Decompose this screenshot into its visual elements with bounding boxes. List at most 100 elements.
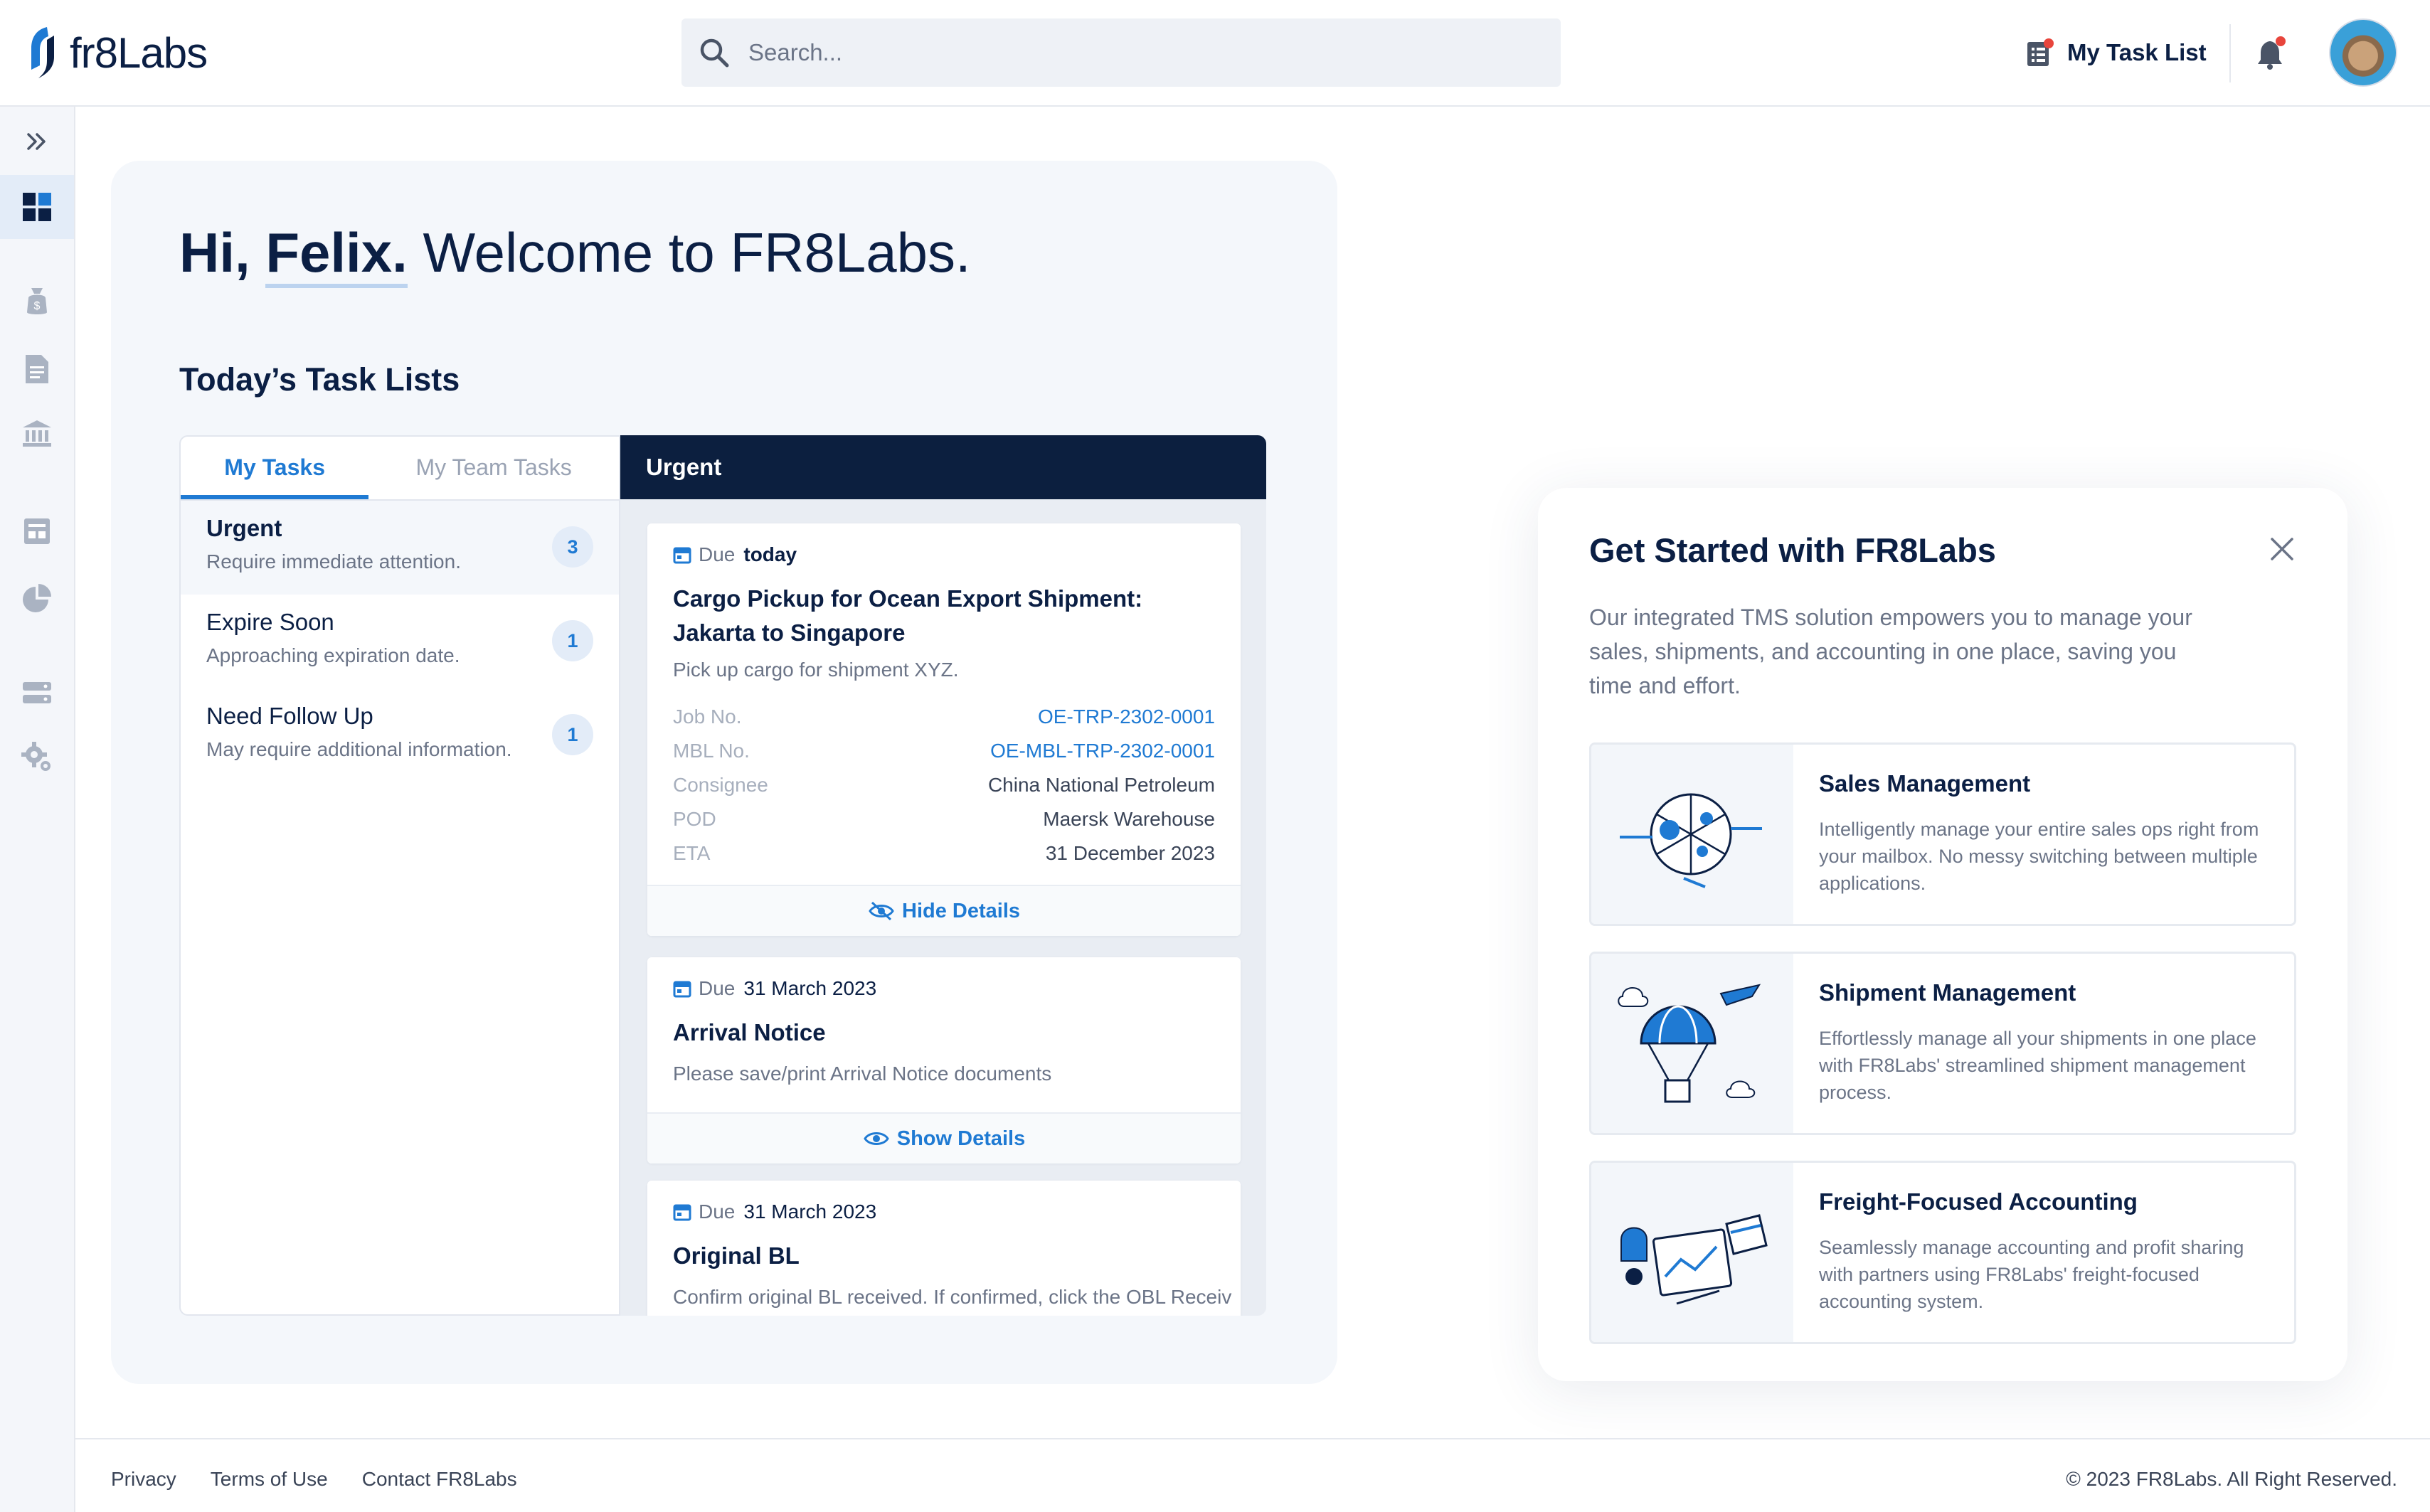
feature-sales-management[interactable]: Sales Management Intelligently manage yo… [1589,742,2296,926]
sidebar-item-dashboard[interactable] [0,175,74,239]
notification-bell-icon[interactable] [2255,36,2288,71]
job-no-link[interactable]: OE-TRP-2302-0001 [1038,706,1215,728]
due-value: 31 March 2023 [743,1200,877,1223]
task-desc: Confirm original BL received. If confirm… [673,1286,1232,1308]
pie-chart-icon [23,584,51,612]
invoice-icon [24,518,50,544]
get-started-card: Get Started with FR8Labs Our integrated … [1538,488,2347,1381]
show-details-button[interactable]: Show Details [647,1112,1241,1164]
sidebar-item-settings[interactable] [0,725,74,789]
task-lists-heading: Today’s Task Lists [179,361,460,398]
search-icon [700,38,729,68]
hide-details-button[interactable]: Hide Details [647,885,1241,936]
category-title: Expire Soon [206,609,334,635]
gear-icon [21,742,51,771]
detail-value: China National Petroleum [987,774,1215,796]
sidebar-item-reports[interactable] [0,566,74,630]
footer-links: Privacy Terms of Use Contact FR8Labs [111,1468,551,1491]
sidebar: $ [0,107,75,1512]
copyright: © 2023 FR8Labs. All Right Reserved. [2066,1468,2397,1490]
page-footer: Privacy Terms of Use Contact FR8Labs © 2… [75,1438,2430,1512]
due-date: Due 31 March 2023 [673,977,876,1000]
top-bar: fr8Labs My Task List [0,0,2430,107]
document-icon [26,355,48,383]
task-card[interactable]: Due today Cargo Pickup for Ocean Export … [647,523,1241,936]
detail-value: Maersk Warehouse [1043,808,1215,830]
user-avatar[interactable] [2329,18,2397,87]
calendar-icon [673,981,691,998]
page-title: Hi, Felix. Welcome to FR8Labs. [179,220,971,288]
fr8labs-logo-icon [31,27,54,78]
task-title-line-2: Jakarta to Singapore [673,619,906,646]
task-category-urgent[interactable]: Urgent Require immediate attention. 3 [181,501,619,595]
tab-my-team-tasks[interactable]: My Team Tasks [368,437,619,499]
task-title: Original BL [673,1242,800,1269]
footer-link-privacy[interactable]: Privacy [111,1468,176,1491]
category-desc: Require immediate attention. [206,550,461,573]
feature-title: Sales Management [1819,770,2031,797]
eye-icon [863,1132,889,1145]
urgent-tasks-panel: Urgent Due today Cargo Pickup for Ocean … [620,435,1266,1316]
category-title: Urgent [206,515,282,541]
feature-freight-accounting[interactable]: Freight-Focused Accounting Seamlessly ma… [1589,1161,2296,1344]
sidebar-item-sales[interactable]: $ [0,269,74,333]
feature-title: Shipment Management [1819,979,2076,1006]
detail-key: Job No. [673,706,742,728]
calendar-icon [673,547,691,564]
detail-row: Job No. OE-TRP-2302-0001 [673,706,1215,728]
due-label: Due [699,1200,736,1223]
search-bar[interactable] [681,18,1561,87]
due-label: Due [699,977,736,999]
close-icon[interactable] [2268,535,2296,563]
task-title: Cargo Pickup for Ocean Export Shipment: … [673,582,1142,650]
footer-link-contact[interactable]: Contact FR8Labs [362,1468,517,1491]
get-started-desc: Our integrated TMS solution empowers you… [1589,605,2192,698]
category-desc: Approaching expiration date. [206,644,460,666]
shipment-illustration [1591,954,1793,1133]
task-desc: Pick up cargo for shipment XYZ. [673,659,959,681]
search-input[interactable] [748,39,1460,66]
money-bag-icon: $ [27,288,47,314]
app-logo[interactable]: fr8Labs [26,23,208,82]
greeting-hi: Hi, [179,221,250,284]
due-label: Due [699,543,736,565]
my-task-list-button[interactable]: My Task List [2026,31,2207,74]
count-badge: 1 [552,714,593,755]
detail-key: ETA [673,842,711,864]
server-icon [23,682,51,703]
detail-key: POD [673,808,716,830]
task-card[interactable]: Due 31 March 2023 Original BL Confirm or… [647,1181,1241,1316]
feature-shipment-management[interactable]: Shipment Management Effortlessly manage … [1589,952,2296,1135]
task-card[interactable]: Due 31 March 2023 Arrival Notice Please … [647,957,1241,1164]
greeting-name: Felix. [265,221,408,288]
task-title: Arrival Notice [673,1019,826,1045]
detail-row: POD Maersk Warehouse [673,808,1215,831]
sidebar-item-bank[interactable] [0,401,74,465]
task-desc: Please save/print Arrival Notice documen… [673,1063,1052,1085]
sidebar-item-database[interactable] [0,661,74,725]
sidebar-expand-button[interactable] [0,110,74,174]
my-task-list-label: My Task List [2067,39,2207,65]
category-title: Need Follow Up [206,703,373,729]
sidebar-item-documents[interactable] [0,337,74,401]
due-value: today [743,543,797,565]
detail-row: MBL No. OE-MBL-TRP-2302-0001 [673,740,1215,762]
due-value: 31 March 2023 [743,977,877,999]
greeting-rest: Welcome to FR8Labs. [423,221,971,284]
sidebar-item-invoice[interactable] [0,499,74,563]
footer-link-terms[interactable]: Terms of Use [211,1468,328,1491]
task-categories-panel: My Tasks My Team Tasks Urgent Require im… [179,435,620,1316]
sales-illustration-icon [1620,793,1762,888]
header-divider [2229,24,2231,82]
dashboard-icon [23,193,51,221]
logo-text: fr8Labs [70,28,208,77]
task-title-line-1: Cargo Pickup for Ocean Export Shipment: [673,585,1143,612]
mbl-no-link[interactable]: OE-MBL-TRP-2302-0001 [990,740,1215,762]
chevrons-right-icon [27,133,46,150]
bank-icon [23,420,51,447]
task-category-expire-soon[interactable]: Expire Soon Approaching expiration date.… [181,595,619,688]
feature-title: Freight-Focused Accounting [1819,1188,2138,1215]
tab-my-tasks[interactable]: My Tasks [181,437,369,499]
task-category-need-follow-up[interactable]: Need Follow Up May require additional in… [181,688,619,782]
detail-key: Consignee [673,774,768,796]
